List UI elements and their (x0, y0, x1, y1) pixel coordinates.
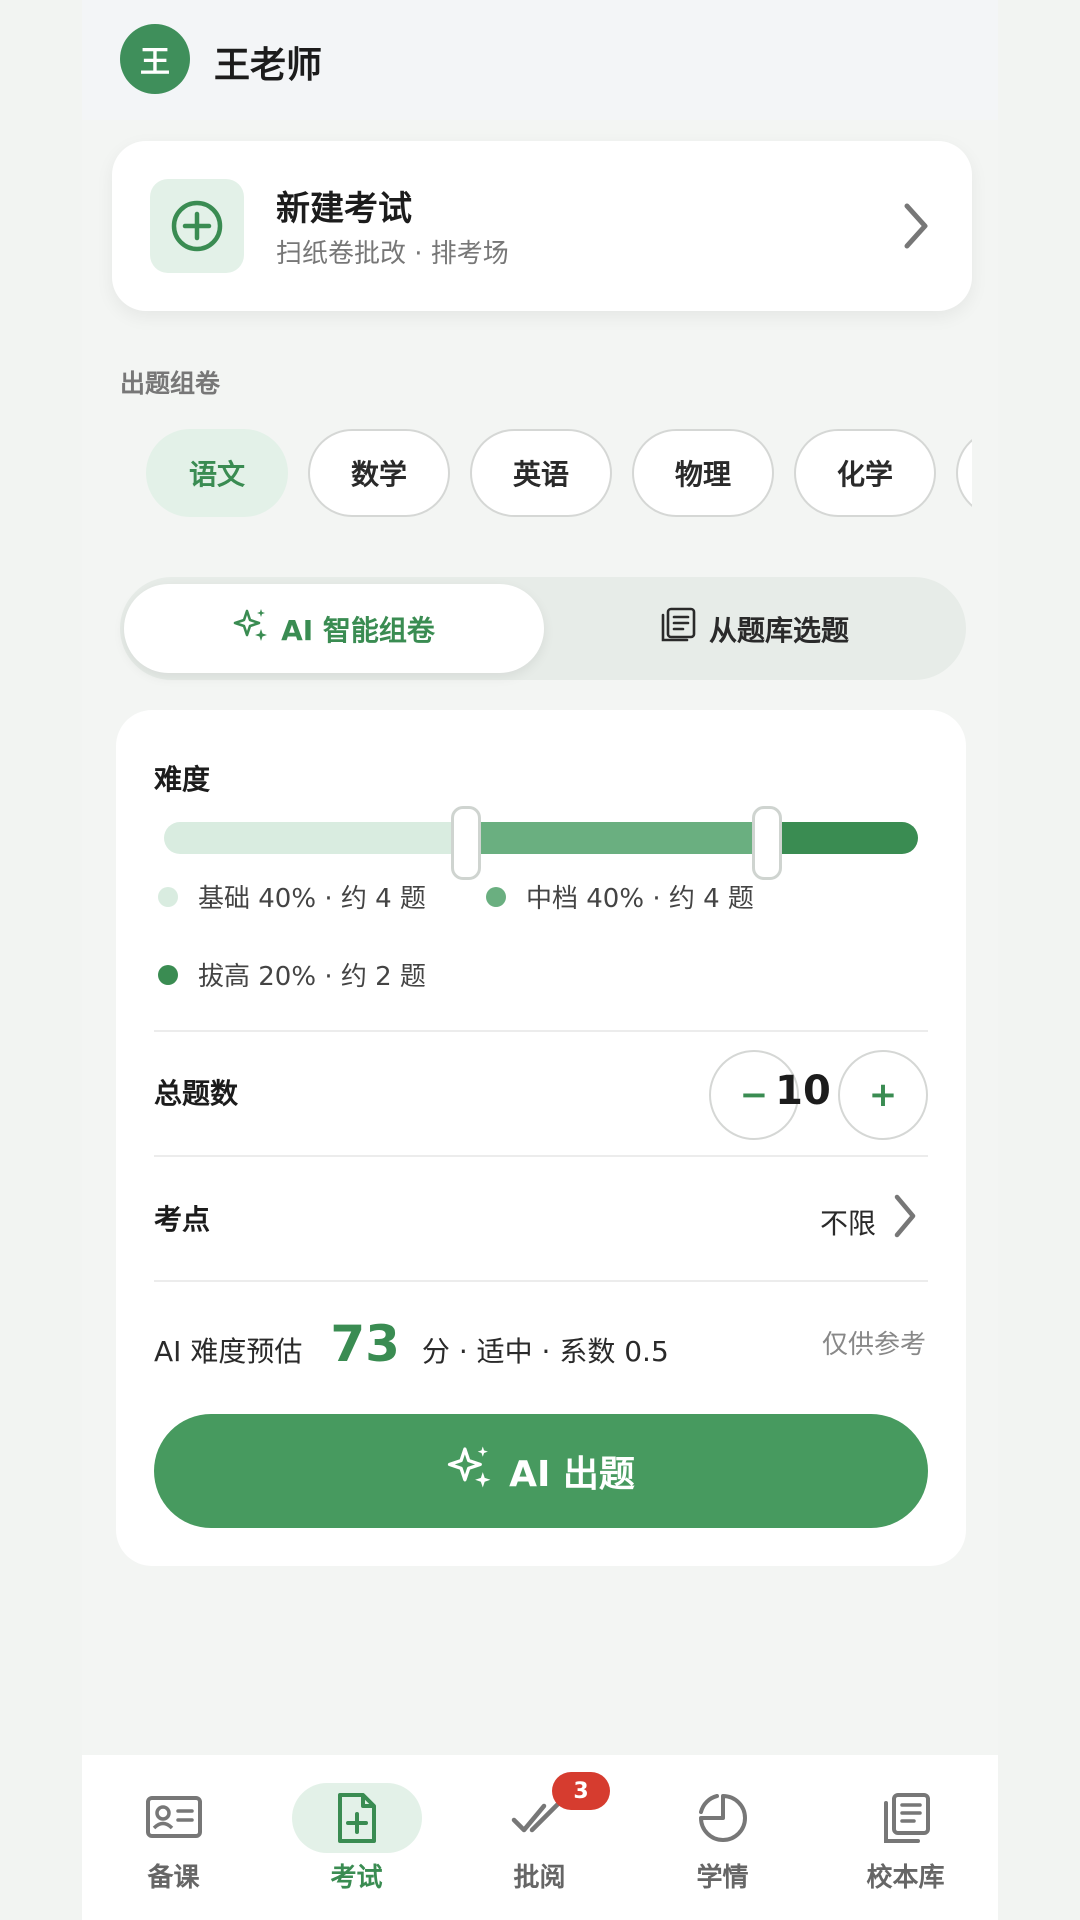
bottom-nav: 备课 考试 3 批阅 学情 校本库 (82, 1755, 998, 1920)
nav-label: 校本库 (866, 1863, 945, 1893)
legend-basic-text: 基础 40% · 约 4 题 (198, 884, 426, 914)
legend-basic: 基础 40% · 约 4 题 (158, 878, 426, 915)
nav-item-grading[interactable]: 3 批阅 (448, 1755, 631, 1920)
difficulty-slider[interactable] (164, 806, 918, 880)
divider (154, 1155, 928, 1157)
legend-dot-hard (158, 964, 178, 985)
subject-chip-chemistry[interactable]: 化学 (794, 429, 936, 517)
reference-note: 仅供参考 (821, 1330, 926, 1360)
new-exam-subtitle: 扫纸卷批改 · 排考场 (276, 239, 509, 269)
legend-hard: 拔高 20% · 约 2 题 (158, 956, 426, 993)
book-stack-icon (841, 1783, 971, 1853)
pie-chart-icon (658, 1783, 788, 1853)
nav-item-exam[interactable]: 考试 (265, 1755, 448, 1920)
difficulty-segment-basic (164, 822, 466, 854)
chevron-right-icon[interactable] (892, 1192, 918, 1244)
avatar[interactable]: 王 (120, 24, 190, 94)
nav-item-school-bank[interactable]: 校本库 (814, 1755, 997, 1920)
subject-chip-math[interactable]: 数学 (308, 429, 450, 517)
ai-estimate-suffix: 分 · 适中 · 系数 0.5 (421, 1335, 669, 1368)
difficulty-label: 难度 (154, 763, 211, 796)
sparkle-icon (447, 1444, 509, 1499)
add-circle-icon (150, 179, 244, 273)
unread-badge: 3 (552, 1772, 610, 1810)
nav-item-analytics[interactable]: 学情 (631, 1755, 814, 1920)
nav-label: 备课 (147, 1863, 200, 1893)
ai-generate-button[interactable]: AI 出题 (154, 1414, 928, 1528)
id-card-icon (109, 1783, 239, 1853)
chevron-right-icon (902, 201, 930, 255)
sparkle-icon (233, 607, 281, 650)
mode-toggle: AI 智能组卷 从题库选题 (120, 577, 966, 680)
increase-button[interactable]: + (838, 1050, 928, 1140)
legend-medium: 中档 40% · 约 4 题 (486, 878, 754, 915)
ai-estimate-prefix: AI 难度预估 (154, 1335, 303, 1368)
mode-ai-button[interactable]: AI 智能组卷 (124, 584, 544, 673)
subject-chip-english[interactable]: 英语 (470, 429, 612, 517)
subject-chip-chinese[interactable]: 语文 (146, 429, 288, 517)
nav-label: 批阅 (513, 1863, 566, 1893)
new-exam-card[interactable]: 新建考试 扫纸卷批改 · 排考场 (112, 141, 972, 311)
subject-chip-row: 语文 数学 英语 物理 化学 (142, 428, 972, 520)
new-exam-title: 新建考试 (276, 189, 412, 229)
user-name: 王老师 (214, 45, 323, 86)
subject-chip-physics[interactable]: 物理 (632, 429, 774, 517)
total-questions-value: 10 (775, 1068, 831, 1114)
exam-points-value[interactable]: 不限 (820, 1202, 876, 1242)
legend-dot-basic (158, 886, 178, 907)
difficulty-segment-hard (768, 822, 918, 854)
mode-bank-label: 从题库选题 (708, 613, 849, 647)
legend-medium-text: 中档 40% · 约 4 题 (526, 884, 754, 914)
nav-label: 考试 (330, 1863, 383, 1893)
slider-handle-basic-medium[interactable] (451, 806, 481, 880)
difficulty-segment-medium (466, 822, 768, 854)
divider (154, 1030, 928, 1032)
nav-item-lesson-prep[interactable]: 备课 (82, 1755, 265, 1920)
exam-settings-card: 难度 基础 40% · 约 4 题 中档 40% · 约 4 题 拔高 20% … (116, 710, 966, 1566)
ai-difficulty-estimate: AI 难度预估 73 分 · 适中 · 系数 0.5 (154, 1315, 669, 1373)
file-plus-icon (291, 1783, 422, 1853)
app-frame: 王 王老师 新建考试 扫纸卷批改 · 排考场 出题组卷 语文 数学 英语 物理 … (82, 0, 998, 1920)
ai-generate-label: AI 出题 (509, 1454, 635, 1495)
library-icon (659, 606, 709, 651)
header: 王 王老师 (82, 0, 998, 120)
mode-bank-button[interactable]: 从题库选题 (544, 584, 964, 673)
nav-label: 学情 (696, 1863, 749, 1893)
exam-points-label: 考点 (154, 1203, 211, 1236)
divider (154, 1280, 928, 1282)
ai-estimate-score: 73 (330, 1315, 400, 1373)
mode-ai-label: AI 智能组卷 (281, 613, 435, 647)
slider-handle-medium-hard[interactable] (752, 806, 782, 880)
legend-hard-text: 拔高 20% · 约 2 题 (198, 962, 426, 992)
section-label: 出题组卷 (120, 369, 221, 398)
subject-chip-more[interactable] (956, 429, 972, 517)
legend-dot-medium (486, 886, 506, 907)
total-questions-label: 总题数 (154, 1077, 239, 1110)
